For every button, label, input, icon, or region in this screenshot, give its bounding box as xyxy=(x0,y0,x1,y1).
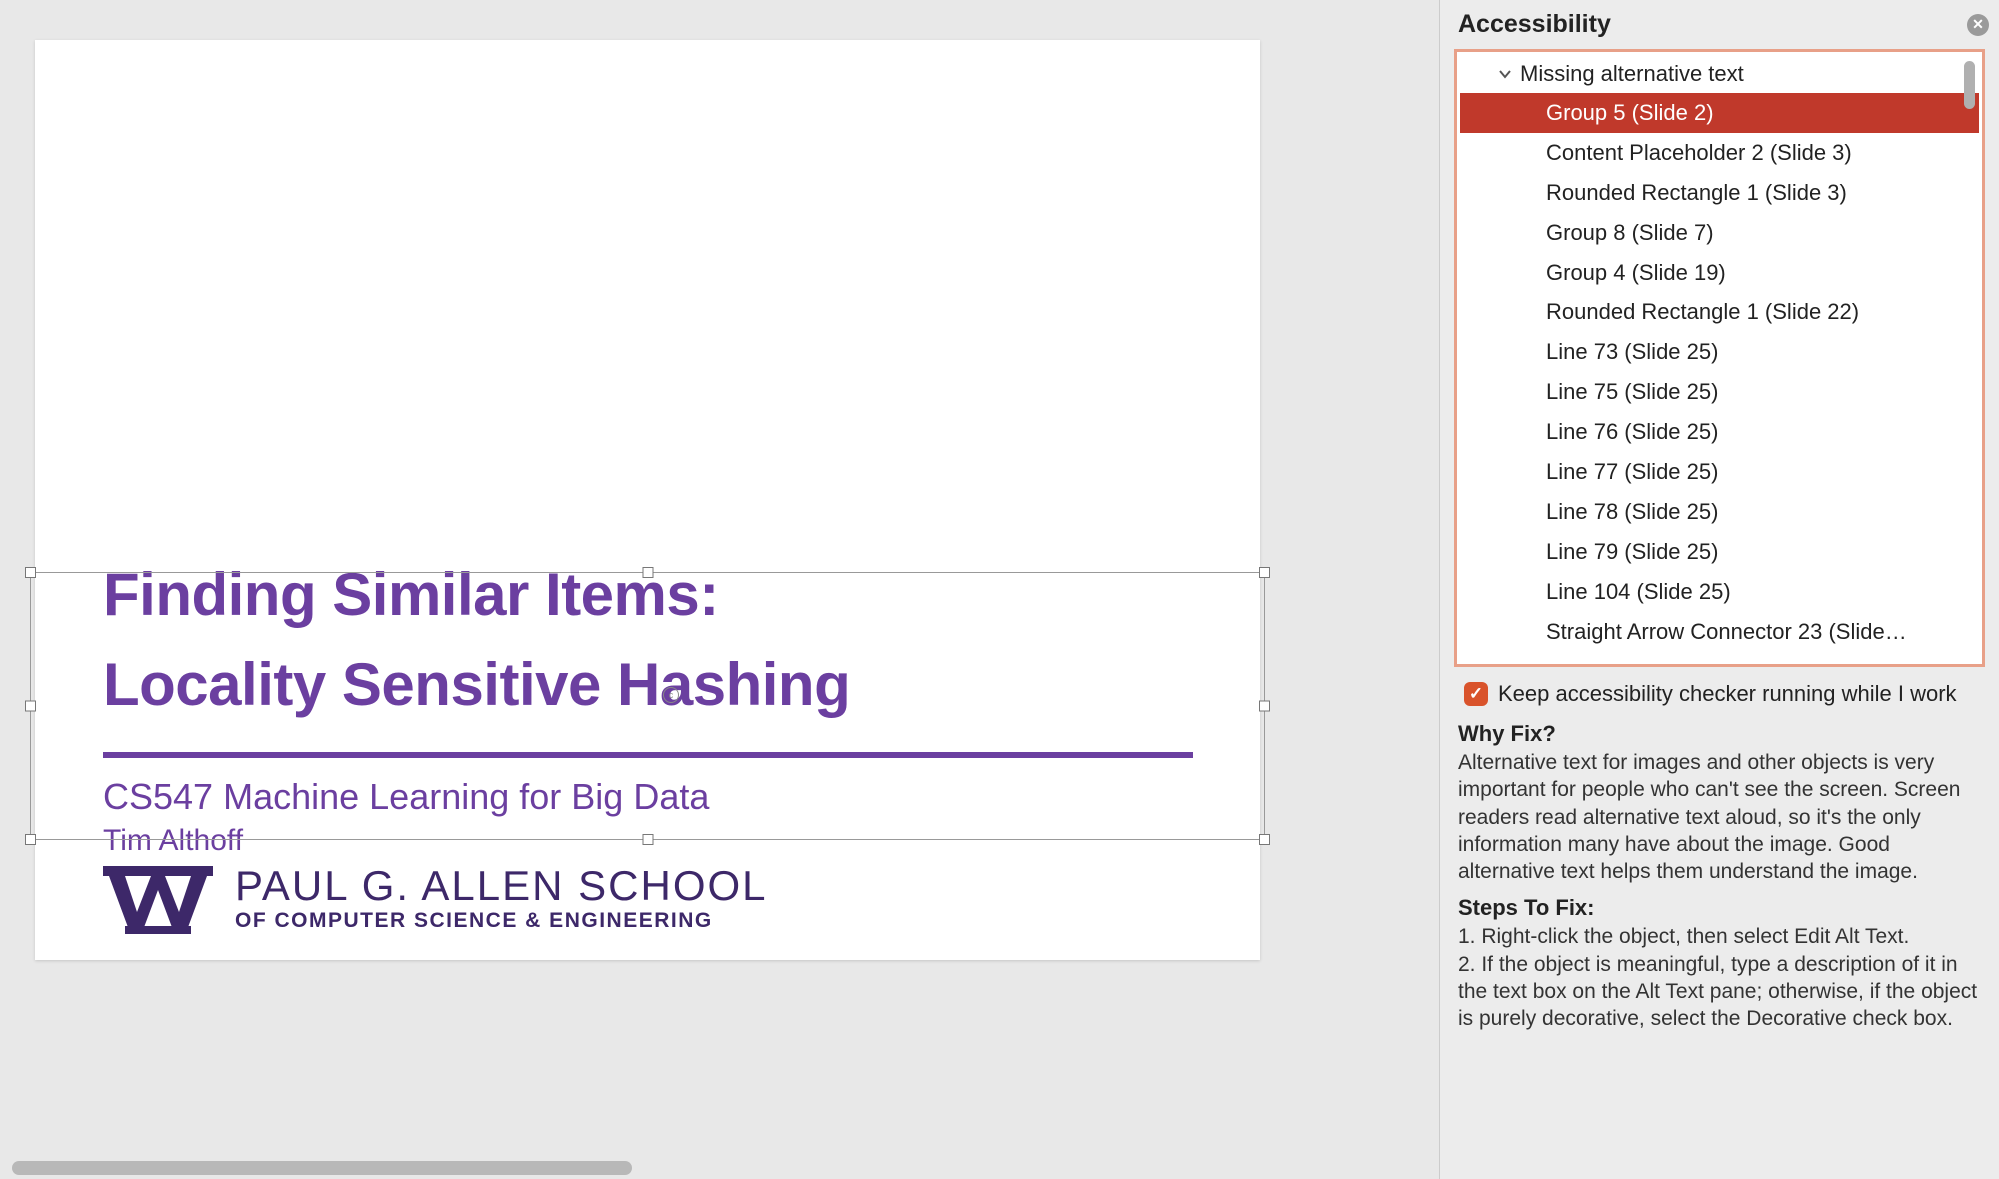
close-pane-button[interactable]: ✕ xyxy=(1967,14,1989,36)
resize-handle-bottom-right[interactable] xyxy=(1259,834,1270,845)
issue-item[interactable]: Line 79 (Slide 25) xyxy=(1460,532,1979,572)
vertical-scrollbar[interactable] xyxy=(1964,61,1975,109)
issue-item[interactable]: Line 104 (Slide 25) xyxy=(1460,572,1979,612)
school-name-sub: OF COMPUTER SCIENCE & ENGINEERING xyxy=(235,909,768,933)
accessibility-pane-header: Accessibility ✕ xyxy=(1440,0,1999,49)
keep-running-checkbox[interactable]: ✓ xyxy=(1464,682,1488,706)
issue-category-row[interactable]: Missing alternative text xyxy=(1460,55,1979,93)
resize-handle-top-right[interactable] xyxy=(1259,567,1270,578)
issue-item[interactable]: Content Placeholder 2 (Slide 3) xyxy=(1460,133,1979,173)
slide-subtitle: CS547 Machine Learning for Big Data xyxy=(103,776,1193,818)
school-name-main: PAUL G. ALLEN SCHOOL xyxy=(235,865,768,907)
issue-item[interactable]: Rounded Rectangle 1 (Slide 3) xyxy=(1460,173,1979,213)
keep-running-row[interactable]: ✓ Keep accessibility checker running whi… xyxy=(1440,677,1999,721)
issue-item[interactable]: Straight Arrow Connector 205 (Slid… xyxy=(1460,651,1979,661)
why-fix-section: Why Fix? Alternative text for images and… xyxy=(1440,721,1999,895)
resize-handle-mid-right[interactable] xyxy=(1259,701,1270,712)
issue-item[interactable]: Rounded Rectangle 1 (Slide 22) xyxy=(1460,292,1979,332)
title-underline xyxy=(103,752,1193,758)
accessibility-issues-box: Missing alternative text Group 5 (Slide … xyxy=(1454,49,1985,667)
slide-canvas-area[interactable]: Finding Similar Items: Locality Sensitiv… xyxy=(0,0,1439,1179)
step-line: 2. If the object is meaningful, type a d… xyxy=(1458,951,1981,1033)
resize-handle-top-left[interactable] xyxy=(25,567,36,578)
step-line: 1. Right-click the object, then select E… xyxy=(1458,923,1981,950)
slide-title-line1: Finding Similar Items: xyxy=(103,550,1193,640)
issue-item[interactable]: Group 5 (Slide 2) xyxy=(1460,93,1979,133)
chevron-down-icon xyxy=(1498,67,1512,81)
check-icon: ✓ xyxy=(1469,684,1483,704)
school-name: PAUL G. ALLEN SCHOOL OF COMPUTER SCIENCE… xyxy=(235,865,768,933)
issue-item[interactable]: Line 73 (Slide 25) xyxy=(1460,332,1979,372)
issue-item[interactable]: Straight Arrow Connector 23 (Slide… xyxy=(1460,612,1979,652)
text-cursor-indicator: c xyxy=(663,687,679,703)
why-fix-title: Why Fix? xyxy=(1458,721,1981,747)
issue-item[interactable]: Line 78 (Slide 25) xyxy=(1460,492,1979,532)
why-fix-body: Alternative text for images and other ob… xyxy=(1458,749,1981,885)
resize-handle-bottom-left[interactable] xyxy=(25,834,36,845)
accessibility-pane-title: Accessibility xyxy=(1458,10,1611,39)
close-icon: ✕ xyxy=(1972,16,1984,33)
accessibility-pane: Accessibility ✕ Missing alternative text… xyxy=(1439,0,1999,1179)
steps-to-fix-section: Steps To Fix: 1. Right-click the object,… xyxy=(1440,895,1999,1042)
resize-handle-mid-left[interactable] xyxy=(25,701,36,712)
steps-title: Steps To Fix: xyxy=(1458,895,1981,921)
issue-item[interactable]: Line 77 (Slide 25) xyxy=(1460,452,1979,492)
issue-item[interactable]: Group 8 (Slide 7) xyxy=(1460,213,1979,253)
keep-running-label: Keep accessibility checker running while… xyxy=(1498,681,1957,707)
school-logo-row: PAUL G. ALLEN SCHOOL OF COMPUTER SCIENCE… xyxy=(103,864,1193,934)
accessibility-issues-list[interactable]: Missing alternative text Group 5 (Slide … xyxy=(1460,55,1979,661)
issue-item[interactable]: Group 4 (Slide 19) xyxy=(1460,253,1979,293)
slide-author: Tim Althoff xyxy=(103,824,1193,858)
uw-w-logo-icon xyxy=(103,864,213,934)
slide-title-line2: Locality Sensitive Hashing xyxy=(103,640,1193,730)
issue-category-label: Missing alternative text xyxy=(1520,61,1744,87)
issue-item[interactable]: Line 75 (Slide 25) xyxy=(1460,372,1979,412)
issue-item[interactable]: Line 76 (Slide 25) xyxy=(1460,412,1979,452)
horizontal-scrollbar[interactable] xyxy=(12,1161,632,1175)
slide[interactable]: Finding Similar Items: Locality Sensitiv… xyxy=(35,40,1260,960)
slide-title-group[interactable]: Finding Similar Items: Locality Sensitiv… xyxy=(103,550,1193,934)
